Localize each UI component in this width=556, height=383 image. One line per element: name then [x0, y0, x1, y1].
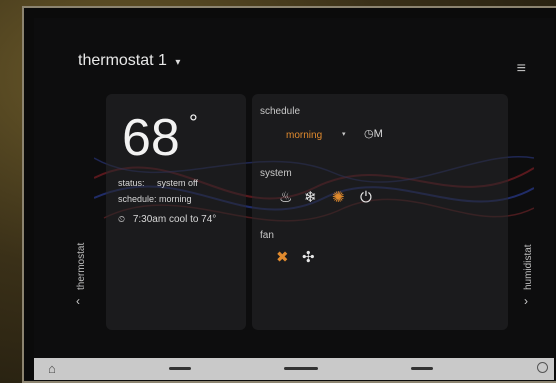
- home-icon[interactable]: ⌂: [48, 361, 56, 376]
- chevron-down-icon: ▾: [175, 57, 181, 68]
- fan-on-icon[interactable]: ✖: [276, 250, 289, 265]
- screen: thermostat 1 ▾ ≡ 68 ° status: system off…: [34, 18, 554, 358]
- bottom-nav-bar: ⌂: [34, 358, 554, 380]
- thermostat-side-label[interactable]: thermostat: [76, 243, 87, 290]
- fan-auto-icon[interactable]: ✣: [302, 250, 315, 265]
- schedule-mode-label: M: [373, 128, 383, 140]
- next-event: ⏲ 7:30am cool to 74°: [118, 214, 216, 225]
- thermostat-selector[interactable]: thermostat 1 ▾: [78, 52, 180, 70]
- schedule-mode-button[interactable]: ◷M: [364, 127, 383, 140]
- status-value: system off: [157, 178, 198, 188]
- system-section-label: system: [260, 168, 292, 179]
- schedule-value: morning: [159, 194, 192, 204]
- schedule-dropdown[interactable]: morning: [286, 130, 322, 141]
- auto-icon[interactable]: ✺: [332, 190, 345, 205]
- chevron-down-icon[interactable]: ▾: [342, 130, 346, 138]
- nav-pill-1[interactable]: [169, 367, 191, 370]
- calendar-icon: ◷: [364, 128, 374, 140]
- status-line: status: system off: [118, 178, 198, 188]
- humidistat-side-label[interactable]: humidistat: [523, 244, 534, 290]
- settings-dot-icon[interactable]: [537, 362, 548, 373]
- schedule-section-label: schedule: [260, 106, 301, 117]
- chevron-left-icon[interactable]: ‹: [76, 294, 80, 308]
- thermostat-name: thermostat 1: [78, 52, 167, 69]
- status-label: status:: [118, 178, 145, 188]
- chevron-right-icon[interactable]: ›: [524, 294, 528, 308]
- cool-icon[interactable]: ❄: [304, 190, 317, 205]
- heat-icon[interactable]: ♨: [279, 190, 292, 205]
- next-event-text: 7:30am cool to 74°: [132, 214, 217, 225]
- thermostat-device: thermostat 1 ▾ ≡ 68 ° status: system off…: [22, 6, 556, 383]
- schedule-label: schedule:: [118, 194, 157, 204]
- degree-symbol: °: [189, 110, 198, 135]
- fan-section-label: fan: [260, 230, 274, 241]
- clock-icon: ⏲: [118, 214, 126, 224]
- current-temperature: 68: [122, 109, 180, 167]
- schedule-line: schedule: morning: [118, 194, 192, 204]
- nav-pill-3[interactable]: [411, 367, 433, 370]
- power-icon[interactable]: ⏻: [360, 190, 372, 205]
- menu-icon[interactable]: ≡: [517, 60, 526, 78]
- nav-pill-2[interactable]: [284, 367, 318, 370]
